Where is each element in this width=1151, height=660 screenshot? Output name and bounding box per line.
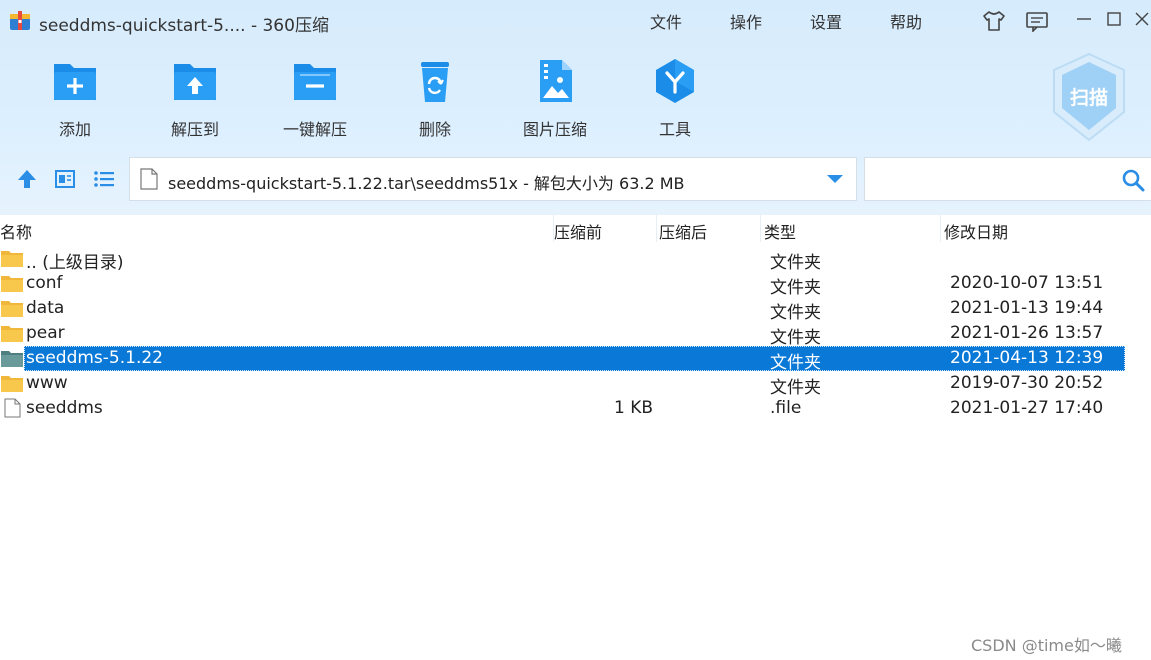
file-row-seeddms[interactable]: seeddms 1 KB .file 2021-01-27 17:40 [0, 396, 1125, 421]
file-icon [4, 398, 21, 418]
menu-help[interactable]: 帮助 [890, 9, 922, 33]
image-compress-icon [540, 60, 572, 102]
tools-label: 工具 [658, 120, 691, 139]
search-input[interactable] [871, 164, 1111, 194]
tools-hexagon-icon [656, 59, 694, 103]
file-name: seeddms-5.1.22 [26, 348, 163, 368]
column-header-modified[interactable]: 修改日期 [944, 219, 1008, 243]
file-date: 2019-07-30 20:52 [950, 373, 1104, 393]
extract-to-label: 解压到 [170, 120, 219, 139]
folder-icon [1, 276, 23, 292]
search-box[interactable] [864, 157, 1151, 201]
address-path: seeddms-quickstart-5.1.22.tar\seeddms51x… [168, 174, 685, 193]
delete-button[interactable]: 删除 [390, 58, 480, 142]
file-name: pear [26, 323, 65, 343]
file-name: .. (上级目录) [26, 253, 124, 273]
minimize-icon[interactable] [1074, 9, 1094, 29]
column-header-before[interactable]: 压缩前 [554, 219, 602, 243]
file-type: .file [770, 398, 802, 418]
add-button[interactable]: 添加 [30, 58, 120, 142]
column-header-after[interactable]: 压缩后 [659, 219, 707, 243]
search-icon[interactable] [1121, 168, 1145, 192]
file-row-seeddms-5-1-22[interactable]: seeddms-5.1.22 文件夹 2021-04-13 12:39 [0, 346, 1125, 373]
file-row-parent[interactable]: .. (上级目录) 文件夹 [0, 246, 1125, 273]
extract-folder-icon [174, 64, 216, 100]
column-divider[interactable] [940, 214, 941, 242]
thumbnail-view-icon[interactable] [53, 167, 77, 191]
file-type: 文件夹 [770, 353, 821, 373]
extract-to-button[interactable]: 解压到 [150, 58, 240, 142]
file-name: conf [26, 273, 63, 293]
file-type: 文件夹 [770, 328, 821, 348]
file-row-data[interactable]: data 文件夹 2021-01-13 19:44 [0, 296, 1125, 323]
chevron-down-icon[interactable] [826, 174, 844, 184]
file-name: seeddms [26, 398, 103, 418]
one-click-extract-label: 一键解压 [282, 120, 347, 139]
list-view-icon[interactable] [92, 167, 116, 191]
file-type: 文件夹 [770, 253, 821, 273]
file-date: 2021-01-27 17:40 [950, 398, 1104, 418]
address-bar[interactable]: seeddms-quickstart-5.1.22.tar\seeddms51x… [129, 157, 857, 201]
file-row-pear[interactable]: pear 文件夹 2021-01-26 13:57 [0, 321, 1125, 348]
document-icon [140, 168, 158, 190]
menu-settings[interactable]: 设置 [810, 9, 842, 33]
folder-icon [1, 301, 23, 317]
file-type: 文件夹 [770, 378, 821, 398]
column-divider[interactable] [760, 214, 761, 242]
tools-button[interactable]: 工具 [630, 58, 720, 142]
top-chrome: seeddms-quickstart-5.... - 360压缩 文件 操作 设… [0, 0, 1151, 215]
column-divider[interactable] [656, 214, 657, 242]
file-date: 2021-04-13 12:39 [950, 348, 1104, 368]
menu-operation[interactable]: 操作 [730, 9, 762, 33]
one-click-extract-button[interactable]: 一键解压 [270, 58, 360, 142]
file-row-conf[interactable]: conf 文件夹 2020-10-07 13:51 [0, 271, 1125, 298]
file-row-www[interactable]: www 文件夹 2019-07-30 20:52 [0, 371, 1125, 398]
folder-icon [1, 326, 23, 342]
menu-file[interactable]: 文件 [650, 9, 682, 33]
file-type: 文件夹 [770, 303, 821, 323]
file-date: 2020-10-07 13:51 [950, 273, 1104, 293]
archive-app-icon [10, 11, 30, 30]
title-bar: seeddms-quickstart-5.... - 360压缩 文件 操作 设… [0, 0, 1151, 42]
skin-shirt-icon[interactable] [982, 10, 1006, 32]
file-name: data [26, 298, 65, 318]
delete-label: 删除 [418, 120, 451, 139]
window-title: seeddms-quickstart-5.... - 360压缩 [39, 16, 329, 36]
add-label: 添加 [58, 120, 91, 139]
maximize-icon[interactable] [1104, 9, 1124, 29]
close-icon[interactable] [1132, 9, 1151, 29]
watermark: CSDN @time如～曦 [971, 636, 1122, 655]
recycle-bin-icon [421, 62, 449, 102]
column-header-name[interactable]: 名称 [0, 219, 32, 243]
file-date: 2021-01-26 13:57 [950, 323, 1104, 343]
one-click-extract-icon [294, 64, 336, 100]
file-date: 2021-01-13 19:44 [950, 298, 1104, 318]
file-size: 1 KB [613, 398, 653, 418]
feedback-message-icon[interactable] [1025, 10, 1049, 32]
folder-icon [1, 251, 23, 267]
file-type: 文件夹 [770, 278, 821, 298]
image-compress-label: 图片压缩 [522, 120, 587, 139]
scan-label: 扫描 [1070, 86, 1108, 109]
image-compress-button[interactable]: 图片压缩 [510, 58, 600, 142]
add-folder-icon [54, 64, 96, 100]
file-name: www [26, 373, 68, 393]
scan-shield-button[interactable]: 扫描 [1050, 52, 1128, 142]
folder-icon [1, 376, 23, 392]
column-header-type[interactable]: 类型 [764, 219, 796, 243]
folder-icon [1, 351, 23, 367]
up-arrow-icon[interactable] [15, 167, 39, 191]
